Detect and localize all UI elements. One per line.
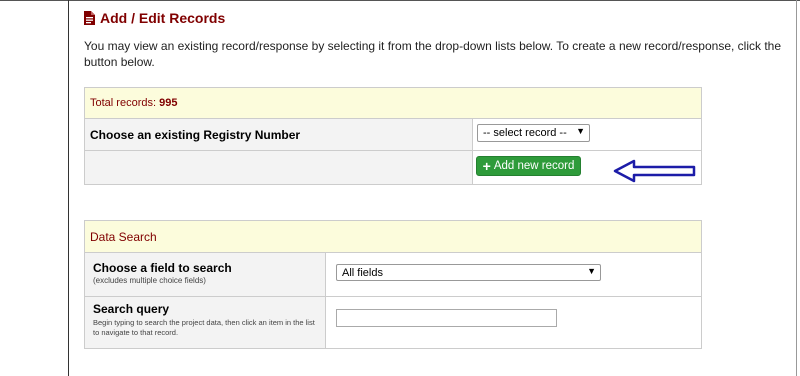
data-search-panel: Data Search Choose a field to search (ex… xyxy=(84,220,702,349)
intro-text: You may view an existing record/response… xyxy=(84,39,782,69)
data-search-header: Data Search xyxy=(85,221,701,253)
page-title: Add / Edit Records xyxy=(100,10,226,26)
field-label-cell: Choose a field to search (excludes multi… xyxy=(85,253,326,296)
right-divider xyxy=(796,0,797,376)
search-query-help: Begin typing to search the project data,… xyxy=(93,318,315,337)
field-search-row: Choose a field to search (excludes multi… xyxy=(85,253,701,297)
arrow-icon xyxy=(613,159,696,183)
field-select[interactable]: All fields ▼ xyxy=(336,264,601,281)
record-select[interactable]: -- select record -- ▼ xyxy=(477,124,590,142)
left-divider xyxy=(68,0,69,376)
records-panel: Total records: 995 Choose an existing Re… xyxy=(84,87,702,185)
field-select-value: All fields xyxy=(342,267,383,279)
search-query-label: Search query xyxy=(93,302,170,316)
add-new-record-label: Add new record xyxy=(493,160,575,172)
plus-icon: + xyxy=(482,158,491,174)
choose-record-cell: -- select record -- ▼ xyxy=(472,119,701,150)
total-records-value: 995 xyxy=(159,97,178,109)
data-search-title: Data Search xyxy=(90,230,157,244)
document-icon xyxy=(84,11,95,25)
records-header-row: Total records: 995 xyxy=(85,88,701,119)
query-label-cell: Search query Begin typing to search the … xyxy=(85,297,326,348)
choose-record-row: Choose an existing Registry Number -- se… xyxy=(85,119,701,151)
record-select-value: -- select record -- xyxy=(483,127,567,139)
field-search-label: Choose a field to search xyxy=(93,261,232,275)
total-records: Total records: 995 xyxy=(90,97,177,109)
chevron-down-icon: ▼ xyxy=(587,266,596,276)
search-query-row: Search query Begin typing to search the … xyxy=(85,297,701,348)
top-border xyxy=(0,0,800,1)
add-record-row: + Add new record xyxy=(85,151,701,184)
add-new-record-button[interactable]: + Add new record xyxy=(476,156,581,176)
search-query-input[interactable] xyxy=(336,309,557,327)
field-search-sublabel: (excludes multiple choice fields) xyxy=(93,276,206,285)
choose-record-label: Choose an existing Registry Number xyxy=(90,128,301,142)
total-records-label: Total records: xyxy=(90,97,157,109)
page-heading: Add / Edit Records xyxy=(84,10,225,26)
chevron-down-icon: ▼ xyxy=(576,126,585,136)
